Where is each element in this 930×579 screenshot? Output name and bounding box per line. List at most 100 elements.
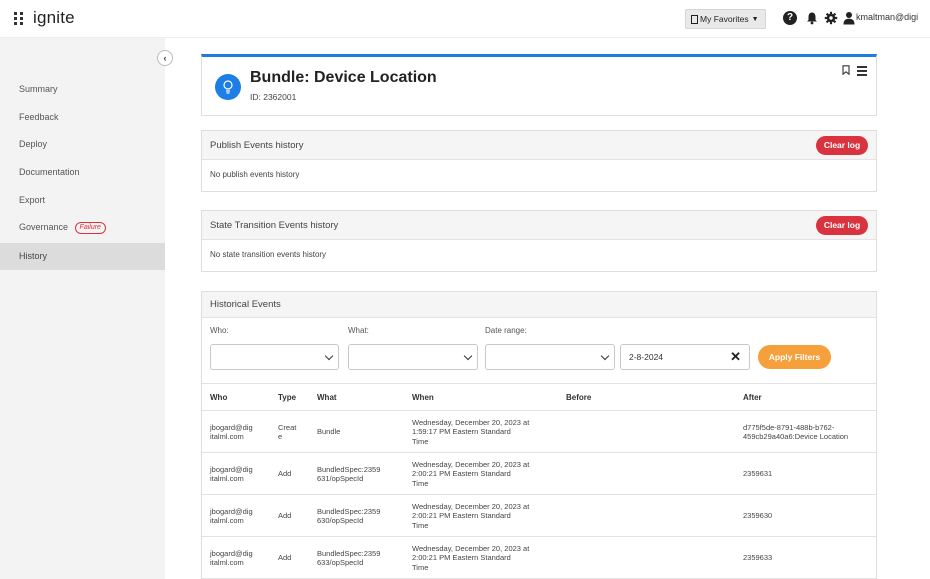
cell-when-line: 2:00:21 PM Eastern Standard (412, 511, 511, 521)
sidebar-item-feedback[interactable]: Feedback (0, 104, 165, 131)
column-header-before[interactable]: Before (566, 393, 591, 402)
apps-grid-icon[interactable] (14, 12, 24, 26)
publish-events-header: Publish Events history Clear log (202, 131, 876, 160)
cell-type-line: Add (278, 511, 292, 521)
cell-when-line: Time (412, 562, 429, 572)
sidebar-item-history[interactable]: History (0, 243, 165, 270)
cell-when-line: Wednesday, December 20, 2023 at (412, 501, 530, 511)
menu-icon[interactable] (857, 66, 867, 78)
my-favorites-button[interactable]: My Favorites ▼ (685, 9, 766, 29)
cell-who: jbogard@dig italml.com (210, 465, 253, 484)
date-range-select[interactable] (485, 344, 615, 370)
cell-who-line: italml.com (210, 558, 244, 567)
cell-when: Wednesday, December 20, 2023 at 1:59:17 P… (412, 418, 529, 447)
who-select[interactable] (210, 344, 339, 370)
cell-after: d775f5de-8791-488b-b762- 459cb29a40a6:Dev… (743, 423, 848, 442)
what-select[interactable] (348, 344, 478, 370)
sidebar: Summary Feedback Deploy Documentation Ex… (0, 38, 165, 579)
cell-who-line: jbogard@dig (210, 464, 253, 474)
cell-when-line: Time (412, 478, 429, 488)
cell-when-line: Wednesday, December 20, 2023 at (412, 543, 530, 553)
apply-filters-button[interactable]: Apply Filters (758, 345, 831, 369)
cell-what-line: BundledSpec:2359 (317, 506, 381, 516)
sidebar-item-label: Summary (19, 84, 58, 94)
cell-type-line: Add (278, 469, 292, 479)
cell-what-line: Bundle (317, 427, 341, 437)
section-title: Publish Events history (210, 140, 304, 151)
cell-after-line: 459cb29a40a6:Device Location (743, 432, 849, 441)
table-header: Who Type What When Before After (202, 383, 876, 411)
column-header-after[interactable]: After (743, 393, 762, 402)
top-bar: ignite My Favorites ▼ ? kmaltman@digi (0, 0, 930, 38)
empty-message: No publish events history (210, 170, 300, 179)
state-transition-card: State Transition Events history Clear lo… (201, 210, 877, 272)
cell-who: jbogard@dig italml.com (210, 549, 253, 568)
sidebar-item-label: Deploy (19, 139, 48, 149)
table-row: jbogard@dig italml.com Creat e Bundle Wednesd… (202, 411, 876, 453)
clear-log-button[interactable]: Clear log (816, 136, 868, 155)
cell-after: 2359631 (743, 469, 772, 479)
chevron-down-icon (600, 351, 610, 361)
bookmark-icon (691, 14, 698, 24)
close-icon[interactable]: ✕ (730, 350, 741, 364)
gear-icon[interactable] (824, 11, 838, 25)
cell-who-line: italml.com (210, 432, 244, 441)
cell-when: Wednesday, December 20, 2023 at 2:00:21 P… (412, 460, 529, 489)
cell-who-line: jbogard@dig (210, 506, 253, 516)
cell-when-line: Wednesday, December 20, 2023 at (412, 459, 530, 469)
cell-what-line: 630/opSpecId (317, 516, 364, 525)
cell-what: BundledSpec:2359 631/opSpecId (317, 465, 380, 484)
section-title: State Transition Events history (210, 220, 339, 231)
bundle-icon (215, 74, 241, 100)
table-row: jbogard@dig italml.com Add BundledSpec:2359… (202, 495, 876, 537)
column-header-type[interactable]: Type (278, 393, 296, 402)
historical-events-header: Historical Events (202, 292, 876, 318)
cell-after-line: d775f5de-8791-488b-b762- (743, 422, 835, 432)
clear-log-button[interactable]: Clear log (816, 216, 868, 235)
cell-who: jbogard@dig italml.com (210, 423, 253, 442)
cell-what-line: BundledSpec:2359 (317, 464, 381, 474)
help-icon[interactable]: ? (783, 11, 797, 25)
cell-who-line: italml.com (210, 516, 244, 525)
sidebar-item-summary[interactable]: Summary (0, 76, 165, 103)
cell-type-line: Add (278, 553, 292, 563)
table-row: jbogard@dig italml.com Add BundledSpec:2359… (202, 537, 876, 579)
user-icon[interactable] (842, 11, 856, 25)
page-title: Bundle: Device Location (250, 69, 437, 86)
chevron-down-icon (324, 351, 334, 361)
sidebar-item-governance[interactable]: Governance Failure (0, 214, 165, 241)
cell-type-line: e (278, 432, 283, 441)
column-header-who[interactable]: Who (210, 393, 227, 402)
cell-who-line: jbogard@dig (210, 548, 253, 558)
bookmark-icon[interactable] (842, 65, 850, 75)
user-name[interactable]: kmaltman@digi (856, 12, 918, 22)
my-favorites-label: My Favorites (700, 14, 749, 24)
who-filter-label: Who: (210, 326, 229, 335)
date-input[interactable]: 2-8-2024 ✕ (620, 344, 750, 370)
sidebar-item-documentation[interactable]: Documentation (0, 159, 165, 186)
historical-events-card: Historical Events Who: What: Date range:… (201, 291, 877, 579)
cell-what: BundledSpec:2359 630/opSpecId (317, 507, 380, 526)
collapse-sidebar-button[interactable]: ‹ (157, 50, 173, 66)
sidebar-item-export[interactable]: Export (0, 187, 165, 214)
app-logo[interactable]: ignite (33, 8, 75, 28)
date-range-label: Date range: (485, 326, 527, 335)
cell-type: Add (278, 511, 291, 521)
date-value: 2-8-2024 (629, 352, 664, 362)
cell-what: Bundle (317, 427, 340, 437)
bundle-header-card: Bundle: Device Location ID: 2362001 (201, 54, 877, 116)
sidebar-item-label: Documentation (19, 167, 80, 177)
column-header-what[interactable]: What (317, 393, 337, 402)
cell-after: 2359630 (743, 511, 772, 521)
status-badge: Failure (74, 221, 106, 234)
cell-after-line: 2359631 (743, 469, 773, 479)
cell-when-line: 2:00:21 PM Eastern Standard (412, 553, 511, 563)
cell-when-line: Wednesday, December 20, 2023 at (412, 417, 530, 427)
bell-icon[interactable] (805, 11, 819, 25)
column-header-when[interactable]: When (412, 393, 434, 402)
cell-who-line: italml.com (210, 474, 244, 483)
sidebar-item-deploy[interactable]: Deploy (0, 131, 165, 158)
publish-events-card: Publish Events history Clear log No publ… (201, 130, 877, 192)
cell-what-line: 631/opSpecId (317, 474, 364, 483)
cell-type: Add (278, 553, 291, 563)
